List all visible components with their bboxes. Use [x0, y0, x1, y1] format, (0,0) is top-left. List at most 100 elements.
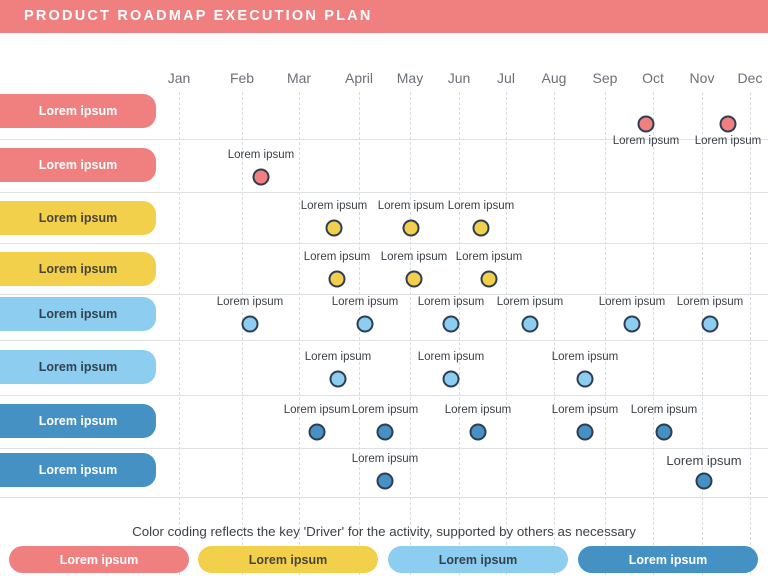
header-bar: PRODUCT ROADMAP EXECUTION PLAN — [0, 0, 768, 33]
milestone-dot[interactable] — [695, 472, 713, 490]
row-separator — [0, 294, 768, 295]
milestone-label: Lorem ipsum — [351, 404, 419, 416]
gridline-vertical — [299, 92, 300, 576]
category-pill-label: Lorem ipsum — [38, 463, 118, 477]
milestone-label: Lorem ipsum — [377, 200, 445, 212]
month-label-nov: Nov — [689, 70, 715, 86]
category-pill-label: Lorem ipsum — [38, 360, 118, 374]
gridline-vertical — [750, 92, 751, 576]
row-separator — [0, 497, 768, 498]
milestone-label: Lorem ipsum — [666, 453, 742, 468]
month-label-jul: Jul — [497, 70, 515, 86]
legend-pill-2[interactable]: Lorem ipsum — [198, 546, 378, 573]
milestone-dot[interactable] — [521, 315, 539, 333]
milestone-label: Lorem ipsum — [455, 251, 523, 263]
milestone-dot[interactable] — [442, 370, 460, 388]
legend-pill-3[interactable]: Lorem ipsum — [388, 546, 568, 573]
row-separator — [0, 243, 768, 244]
month-label-feb: Feb — [229, 70, 255, 86]
gridline-vertical — [359, 92, 360, 576]
category-pill-7[interactable]: Lorem ipsum — [0, 404, 156, 438]
gridline-vertical — [554, 92, 555, 576]
milestone-dot[interactable] — [376, 472, 394, 490]
gridline-vertical — [459, 92, 460, 576]
milestone-label: Lorem ipsum — [227, 149, 295, 161]
month-label-oct: Oct — [642, 70, 664, 86]
milestone-dot[interactable] — [655, 423, 673, 441]
milestone-dot[interactable] — [328, 270, 346, 288]
category-pill-3[interactable]: Lorem ipsum — [0, 201, 156, 235]
milestone-label: Lorem ipsum — [496, 296, 564, 308]
milestone-dot[interactable] — [480, 270, 498, 288]
roadmap-slide: PRODUCT ROADMAP EXECUTION PLAN Jan Feb Mar… — [0, 0, 768, 576]
milestone-dot[interactable] — [637, 115, 655, 133]
milestone-dot[interactable] — [405, 270, 423, 288]
month-label-dec: Dec — [737, 70, 763, 86]
gridline-vertical — [410, 92, 411, 576]
month-label-april: April — [344, 70, 374, 86]
category-pill-label: Lorem ipsum — [38, 158, 118, 172]
milestone-label: Lorem ipsum — [630, 404, 698, 416]
milestone-dot[interactable] — [576, 370, 594, 388]
milestone-dot[interactable] — [442, 315, 460, 333]
milestone-label: Lorem ipsum — [331, 296, 399, 308]
legend-pill-4[interactable]: Lorem ipsum — [578, 546, 758, 573]
category-pill-label: Lorem ipsum — [38, 211, 118, 225]
category-pill-8[interactable]: Lorem ipsum — [0, 453, 156, 487]
milestone-dot[interactable] — [308, 423, 326, 441]
month-label-may: May — [396, 70, 424, 86]
milestone-dot[interactable] — [623, 315, 641, 333]
milestone-dot[interactable] — [719, 115, 737, 133]
category-pill-label: Lorem ipsum — [38, 262, 118, 276]
page-title: PRODUCT ROADMAP EXECUTION PLAN — [24, 8, 373, 24]
milestone-label: Lorem ipsum — [380, 251, 448, 263]
category-pill-label: Lorem ipsum — [38, 104, 118, 118]
gridline-vertical — [242, 92, 243, 576]
milestone-label: Lorem ipsum — [417, 296, 485, 308]
gridline-vertical — [179, 92, 180, 576]
category-pill-1[interactable]: Lorem ipsum — [0, 94, 156, 128]
gridline-vertical — [605, 92, 606, 576]
milestone-label: Lorem ipsum — [304, 351, 372, 363]
milestone-dot[interactable] — [469, 423, 487, 441]
milestone-label: Lorem ipsum — [303, 251, 371, 263]
gridline-vertical — [506, 92, 507, 576]
category-pill-6[interactable]: Lorem ipsum — [0, 350, 156, 384]
row-separator — [0, 340, 768, 341]
category-pill-5[interactable]: Lorem ipsum — [0, 297, 156, 331]
milestone-label: Lorem ipsum — [598, 296, 666, 308]
milestone-dot[interactable] — [472, 219, 490, 237]
gridline-vertical — [653, 92, 654, 576]
milestone-dot[interactable] — [402, 219, 420, 237]
milestone-label: Lorem ipsum — [551, 404, 619, 416]
milestone-label: Lorem ipsum — [351, 453, 419, 465]
category-pill-label: Lorem ipsum — [38, 414, 118, 428]
legend-pill-1[interactable]: Lorem ipsum — [9, 546, 189, 573]
legend-pill-label: Lorem ipsum — [248, 552, 328, 567]
legend-pill-label: Lorem ipsum — [628, 552, 708, 567]
milestone-dot[interactable] — [356, 315, 374, 333]
month-label-jun: Jun — [447, 70, 471, 86]
milestone-dot[interactable] — [376, 423, 394, 441]
month-label-mar: Mar — [286, 70, 312, 86]
milestone-dot[interactable] — [241, 315, 259, 333]
category-pill-4[interactable]: Lorem ipsum — [0, 252, 156, 286]
legend-bar: Lorem ipsum Lorem ipsum Lorem ipsum Lorem i… — [0, 546, 768, 576]
milestone-dot[interactable] — [576, 423, 594, 441]
row-separator — [0, 192, 768, 193]
row-separator — [0, 395, 768, 396]
milestone-label: Lorem ipsum — [300, 200, 368, 212]
milestone-dot[interactable] — [329, 370, 347, 388]
milestone-dot[interactable] — [701, 315, 719, 333]
milestone-label: Lorem ipsum — [551, 351, 619, 363]
month-label-jan: Jan — [167, 70, 191, 86]
milestone-dot[interactable] — [325, 219, 343, 237]
milestone-label: Lorem ipsum — [694, 135, 762, 147]
category-pill-2[interactable]: Lorem ipsum — [0, 148, 156, 182]
month-label-sep: Sep — [592, 70, 618, 86]
month-label-aug: Aug — [541, 70, 567, 86]
milestone-dot[interactable] — [252, 168, 270, 186]
milestone-label: Lorem ipsum — [676, 296, 744, 308]
milestone-label: Lorem ipsum — [417, 351, 485, 363]
timeline-plot: Jan Feb Mar April May Jun Jul Aug Sep Oct Nov Dec L… — [0, 60, 768, 576]
